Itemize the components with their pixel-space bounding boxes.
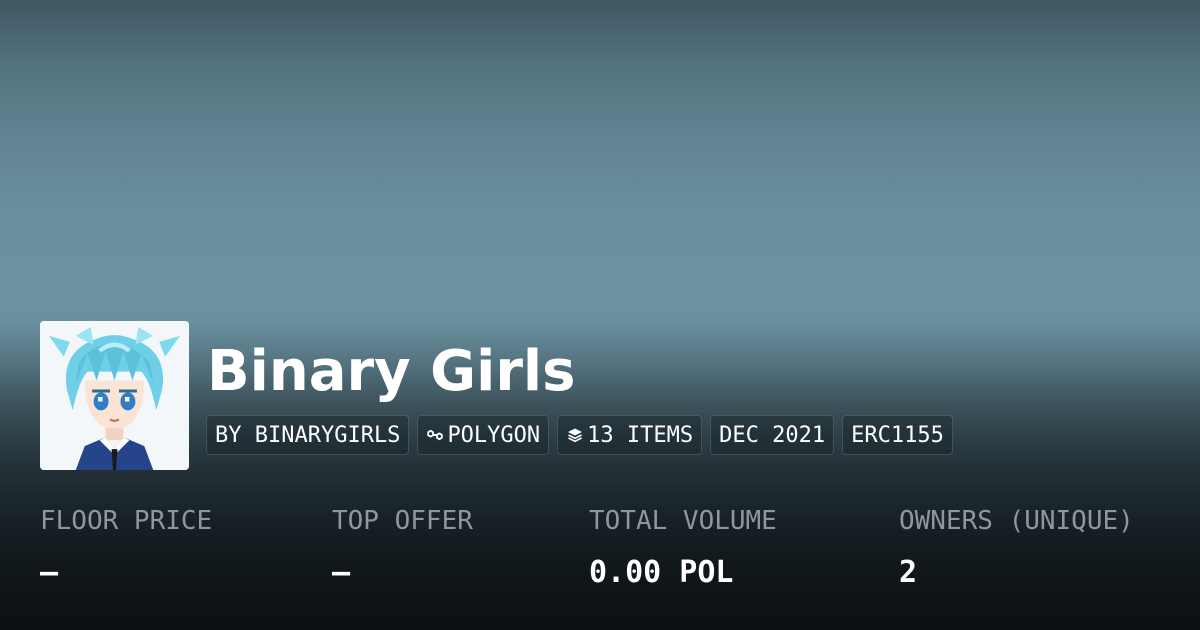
polygon-chain-icon (426, 426, 444, 444)
stat-total-volume: TOTAL VOLUME 0.00 POL (589, 503, 777, 593)
stat-owners-value: 2 (899, 555, 918, 590)
chain-chip[interactable]: POLYGON (417, 415, 550, 455)
stat-total-volume-value: 0.00 POL (589, 555, 734, 590)
created-date-chip: DEC 2021 (710, 415, 835, 455)
items-count-chip: 13 ITEMS (557, 415, 703, 455)
chain-label: POLYGON (447, 422, 541, 448)
stat-owners: OWNERS (UNIQUE) 2 (899, 503, 1134, 593)
stat-top-offer-value: — (332, 555, 351, 590)
token-standard-chip: ERC1155 (842, 415, 953, 455)
stat-floor-price-value: — (40, 555, 59, 590)
stat-floor-price: FLOOR PRICE — (40, 503, 212, 593)
collection-meta-chips: BY BINARYGIRLS POLYGON 13 ITEMS DEC 2021… (206, 415, 953, 455)
anime-character-avatar-icon (40, 321, 189, 470)
token-standard-label: ERC1155 (851, 422, 944, 448)
stat-owners-label: OWNERS (UNIQUE) (899, 506, 1134, 536)
collection-avatar (40, 321, 189, 470)
created-date-label: DEC 2021 (719, 422, 826, 448)
stat-top-offer: TOP OFFER — (332, 503, 473, 593)
stat-floor-price-label: FLOOR PRICE (40, 506, 213, 536)
items-count-label: 13 ITEMS (587, 422, 694, 448)
collection-title: Binary Girls (207, 339, 576, 404)
creator-chip[interactable]: BY BINARYGIRLS (206, 415, 410, 455)
layers-stack-icon (566, 426, 584, 444)
creator-label: BY BINARYGIRLS (215, 422, 401, 448)
stat-top-offer-label: TOP OFFER (332, 506, 473, 536)
stat-total-volume-label: TOTAL VOLUME (589, 506, 777, 536)
